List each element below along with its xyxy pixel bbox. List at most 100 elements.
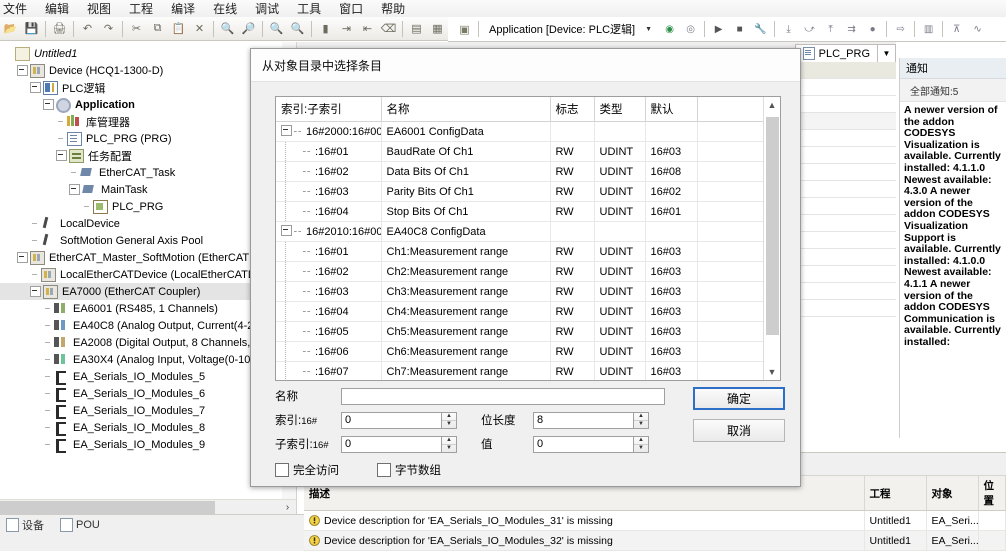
- step-into-icon[interactable]: ⤓: [779, 20, 798, 39]
- index-input[interactable]: [341, 411, 441, 429]
- complete-access-checkbox[interactable]: [275, 463, 289, 477]
- dialog-column-header-5[interactable]: [697, 97, 764, 122]
- zoom-out-icon[interactable]: 🔍: [288, 19, 307, 38]
- ok-button[interactable]: 确定: [693, 387, 785, 410]
- generate-code-icon[interactable]: ▦: [428, 19, 447, 38]
- table-row[interactable]: :16#07 Ch7:Measurement range RW UDINT 16#03: [276, 361, 764, 380]
- menu-item-1[interactable]: 编辑: [36, 0, 78, 18]
- clear-bookmark-icon[interactable]: ⌫: [379, 19, 398, 38]
- tree-expander[interactable]: [30, 82, 41, 93]
- messages-column-header-1[interactable]: 工程: [864, 476, 927, 511]
- message-row[interactable]: Device description for 'EA_Serials_IO_Mo…: [304, 530, 1006, 551]
- flow-icon[interactable]: ⇨: [891, 20, 910, 39]
- table-row[interactable]: :16#02 Data Bits Of Ch1 RW UDINT 16#08: [276, 161, 764, 182]
- scrollbar-thumb[interactable]: [0, 501, 215, 514]
- table-row[interactable]: :16#03 Parity Bits Of Ch1 RW UDINT 16#02: [276, 181, 764, 202]
- step-out-icon[interactable]: ⤒: [821, 20, 840, 39]
- table-row[interactable]: :16#02 Ch2:Measurement range RW UDINT 16#03: [276, 261, 764, 282]
- byte-array-checkbox[interactable]: [377, 463, 391, 477]
- scrollbar-thumb[interactable]: [766, 117, 779, 335]
- tree-expander[interactable]: [17, 65, 28, 76]
- reset-icon[interactable]: ▥: [919, 20, 938, 39]
- view-icon[interactable]: ▣: [455, 20, 474, 39]
- object-dictionary-grid[interactable]: 索引:子索引 名称 标志 类型 默认 16#2000:16#00 EA6001 Confi…: [275, 96, 781, 381]
- dialog-column-header-3[interactable]: 类型: [594, 97, 646, 122]
- table-row[interactable]: 16#2000:16#00 EA6001 ConfigData: [276, 121, 764, 142]
- tree-expander[interactable]: [69, 184, 80, 195]
- step-over-icon[interactable]: ⤻: [800, 20, 819, 39]
- cancel-button[interactable]: 取消: [693, 419, 785, 442]
- tree-expander[interactable]: [56, 150, 67, 161]
- dialog-grid-scrollbar[interactable]: ▲ ▼: [763, 97, 780, 380]
- bottom-tab-1[interactable]: POU: [56, 518, 104, 532]
- bit-length-spinner-buttons[interactable]: ▲ ▼: [633, 411, 649, 429]
- dialog-column-header-0[interactable]: 索引:子索引: [276, 97, 382, 122]
- caret-up-icon[interactable]: ▲: [764, 97, 780, 113]
- menu-item-8[interactable]: 窗口: [330, 0, 372, 18]
- cut-icon[interactable]: ✂: [127, 19, 146, 38]
- caret-down-icon[interactable]: ▼: [442, 421, 456, 428]
- table-row[interactable]: :16#05 Ch5:Measurement range RW UDINT 16#03: [276, 321, 764, 342]
- watch-icon[interactable]: ∿: [968, 20, 987, 39]
- name-input[interactable]: [341, 387, 665, 405]
- bookmark-icon[interactable]: ▮: [316, 19, 335, 38]
- menu-item-4[interactable]: 编译: [162, 0, 204, 18]
- zoom-in-icon[interactable]: 🔍: [267, 19, 286, 38]
- copy-icon[interactable]: ⧉: [148, 19, 167, 38]
- index-spinner-buttons[interactable]: ▲ ▼: [441, 411, 457, 429]
- run-icon[interactable]: ▶: [709, 20, 728, 39]
- caret-up-icon[interactable]: ▲: [634, 437, 648, 445]
- undo-icon[interactable]: ↶: [78, 19, 97, 38]
- caret-up-icon[interactable]: ▲: [442, 413, 456, 421]
- menu-item-0[interactable]: 文件: [0, 0, 36, 18]
- index-stepper[interactable]: ▲ ▼: [341, 411, 457, 429]
- menu-item-5[interactable]: 在线: [204, 0, 246, 18]
- delete-icon[interactable]: ✕: [190, 19, 209, 38]
- next-bookmark-icon[interactable]: ⇥: [337, 19, 356, 38]
- save-icon[interactable]: 💾: [22, 19, 41, 38]
- stop-icon[interactable]: ■: [730, 20, 749, 39]
- messages-column-header-2[interactable]: 对象: [926, 476, 979, 511]
- value-input[interactable]: [533, 435, 633, 453]
- print-icon[interactable]: 🖨: [50, 19, 69, 38]
- bottom-tab-0[interactable]: 设备: [2, 517, 48, 533]
- single-cycle-icon[interactable]: ⊼: [947, 20, 966, 39]
- tab-plc-prg[interactable]: PLC_PRG: [794, 44, 878, 62]
- caret-up-icon[interactable]: ▲: [634, 413, 648, 421]
- dialog-column-header-4[interactable]: 默认: [645, 97, 698, 122]
- paste-icon[interactable]: 📋: [169, 19, 188, 38]
- tree-expander[interactable]: [281, 125, 292, 136]
- caret-up-icon[interactable]: ▲: [442, 437, 456, 445]
- build-icon[interactable]: ▤: [407, 19, 426, 38]
- bit-length-stepper[interactable]: ▲ ▼: [533, 411, 649, 429]
- table-row[interactable]: :16#01 Ch1:Measurement range RW UDINT 16#03: [276, 241, 764, 262]
- table-row[interactable]: :16#01 BaudRate Of Ch1 RW UDINT 16#03: [276, 141, 764, 162]
- table-row[interactable]: :16#03 Ch3:Measurement range RW UDINT 16#03: [276, 281, 764, 302]
- caret-down-icon[interactable]: ▼: [634, 421, 648, 428]
- login-icon[interactable]: ◉: [660, 20, 679, 39]
- chevron-right-icon[interactable]: ›: [281, 501, 294, 514]
- table-row[interactable]: :16#04 Stop Bits Of Ch1 RW UDINT 16#01: [276, 201, 764, 222]
- menu-item-7[interactable]: 工具: [288, 0, 330, 18]
- menu-item-6[interactable]: 调试: [246, 0, 288, 18]
- caret-down-icon[interactable]: ▼: [442, 445, 456, 452]
- chevron-down-icon[interactable]: ▼: [639, 20, 658, 39]
- menu-item-2[interactable]: 视图: [78, 0, 120, 18]
- tree-expander[interactable]: [43, 99, 54, 110]
- prev-bookmark-icon[interactable]: ⇤: [358, 19, 377, 38]
- message-row[interactable]: Device description for 'EA_Serials_IO_Mo…: [304, 510, 1006, 531]
- redo-icon[interactable]: ↷: [99, 19, 118, 38]
- value-stepper[interactable]: ▲ ▼: [533, 435, 649, 453]
- caret-down-icon[interactable]: ▼: [634, 445, 648, 452]
- chevron-down-icon[interactable]: ▼: [877, 44, 896, 63]
- tree-expander[interactable]: [17, 252, 28, 263]
- dialog-column-header-1[interactable]: 名称: [381, 97, 551, 122]
- menu-item-9[interactable]: 帮助: [372, 0, 414, 18]
- step-next-icon[interactable]: ⇉: [842, 20, 861, 39]
- subindex-spinner-buttons[interactable]: ▲ ▼: [441, 435, 457, 453]
- table-row[interactable]: :16#04 Ch4:Measurement range RW UDINT 16#03: [276, 301, 764, 322]
- application-selector[interactable]: Application [Device: PLC逻辑]: [486, 21, 638, 37]
- find-icon[interactable]: 🔍: [218, 19, 237, 38]
- dialog-column-header-2[interactable]: 标志: [550, 97, 595, 122]
- breakpoint-icon[interactable]: ●: [863, 20, 882, 39]
